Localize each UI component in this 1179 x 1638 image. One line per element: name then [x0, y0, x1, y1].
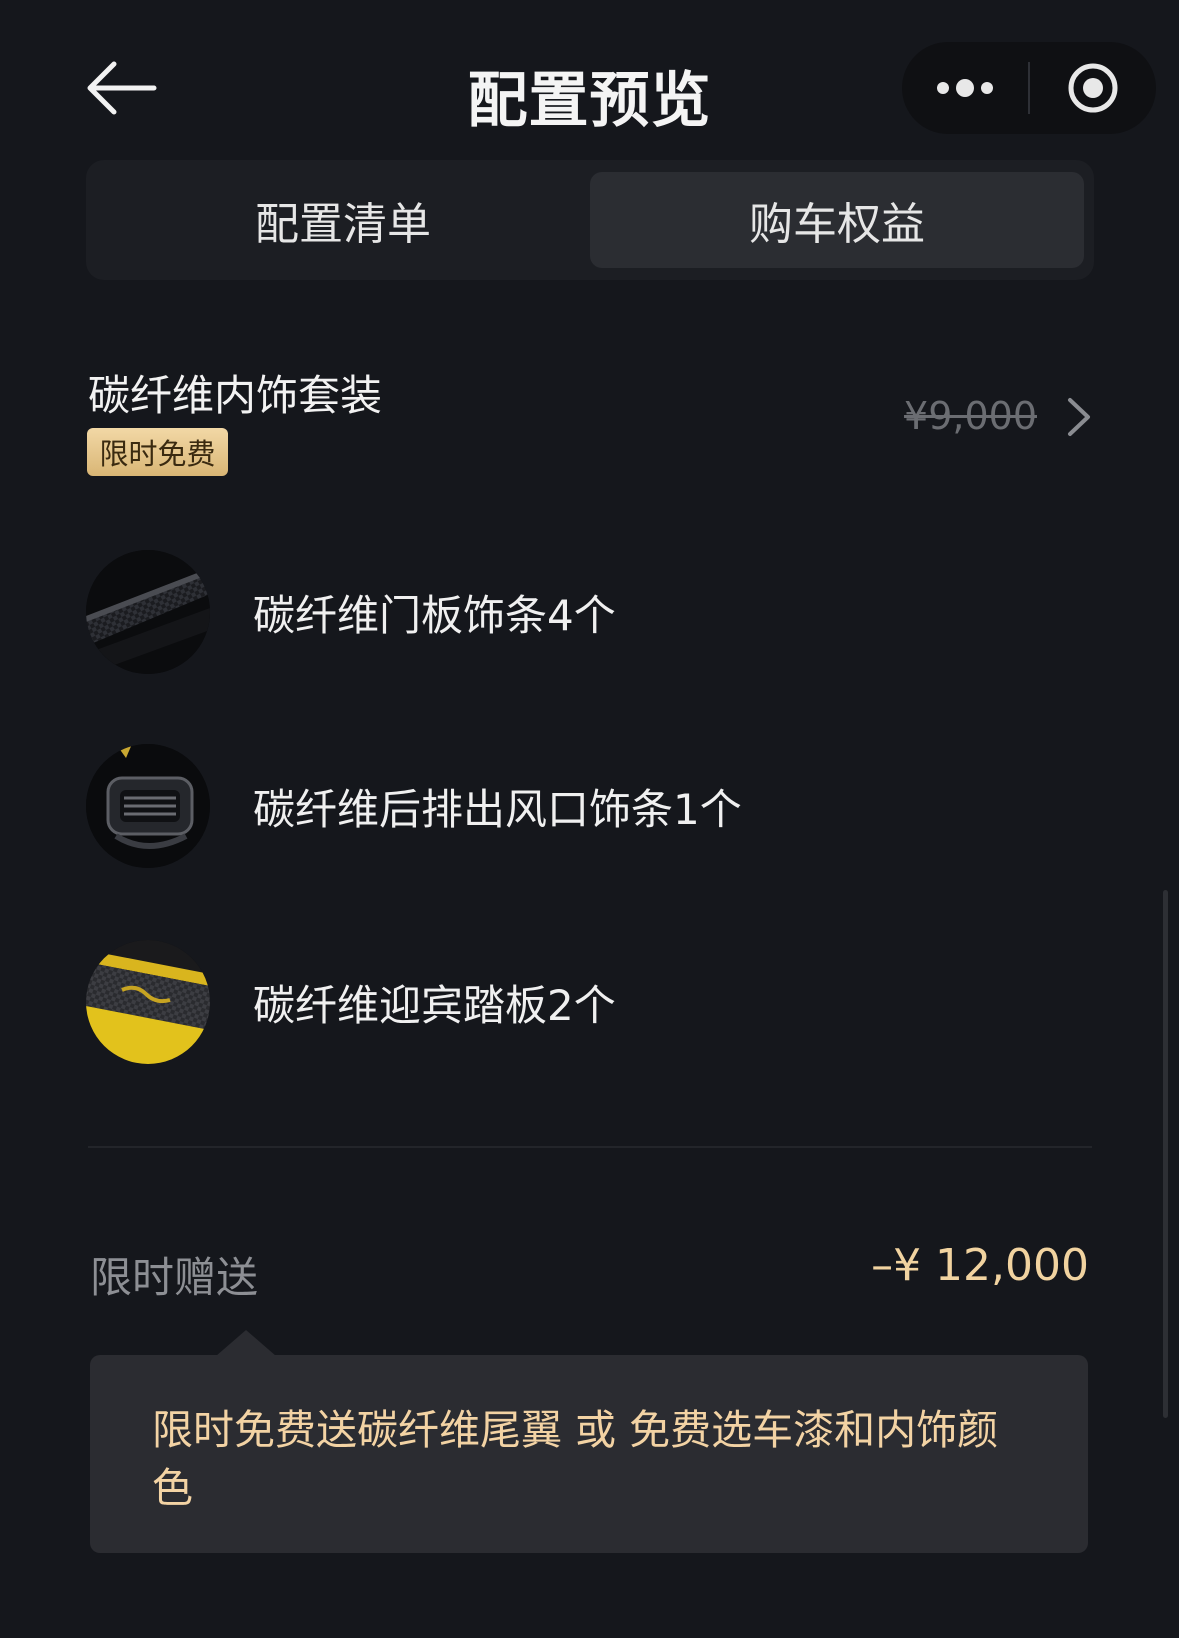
item-label: 碳纤维迎宾踏板2个 — [253, 981, 616, 1030]
item-label: 碳纤维门板饰条4个 — [253, 591, 616, 640]
section-divider — [88, 1146, 1092, 1148]
close-mini-program-button[interactable] — [1030, 42, 1156, 134]
original-price: ¥9,000 — [904, 394, 1037, 438]
tab-bar: 配置清单 购车权益 — [86, 160, 1094, 280]
scrollbar[interactable] — [1163, 890, 1168, 1418]
gift-tip-text: 限时免费送碳纤维尾翼 或 免费选车漆和内饰颜色 — [152, 1406, 999, 1512]
more-dots-icon — [937, 79, 993, 97]
config-preview-page: 配置预览 配置清单 购车权益 碳纤维内饰套装 限时免费 ¥9,000 碳纤维门板… — [0, 0, 1179, 1638]
limited-free-badge: 限时免费 — [87, 428, 228, 476]
gift-discount-value: –¥ 12,000 — [871, 1240, 1089, 1291]
more-button[interactable] — [902, 42, 1028, 134]
gift-label: 限时赠送 — [90, 1253, 259, 1302]
tab-config-list[interactable]: 配置清单 — [96, 172, 590, 268]
mini-program-capsule — [902, 42, 1156, 134]
list-item: 碳纤维迎宾踏板2个 — [86, 940, 1086, 1064]
gift-tip-box: 限时免费送碳纤维尾翼 或 免费选车漆和内饰颜色 — [90, 1355, 1088, 1553]
target-circle-icon — [1068, 63, 1118, 113]
rear-vent-thumbnail — [86, 744, 210, 868]
list-item: 碳纤维门板饰条4个 — [86, 550, 1086, 674]
package-title: 碳纤维内饰套装 — [88, 371, 383, 420]
door-trim-thumbnail — [86, 550, 210, 674]
chevron-right-icon — [1068, 398, 1090, 436]
tip-arrow — [216, 1330, 276, 1356]
list-item: 碳纤维后排出风口饰条1个 — [86, 744, 1086, 868]
package-detail-button[interactable] — [1062, 394, 1096, 440]
item-label: 碳纤维后排出风口饰条1个 — [253, 785, 742, 834]
sill-plate-thumbnail — [86, 940, 210, 1064]
tab-purchase-benefits[interactable]: 购车权益 — [590, 172, 1084, 268]
